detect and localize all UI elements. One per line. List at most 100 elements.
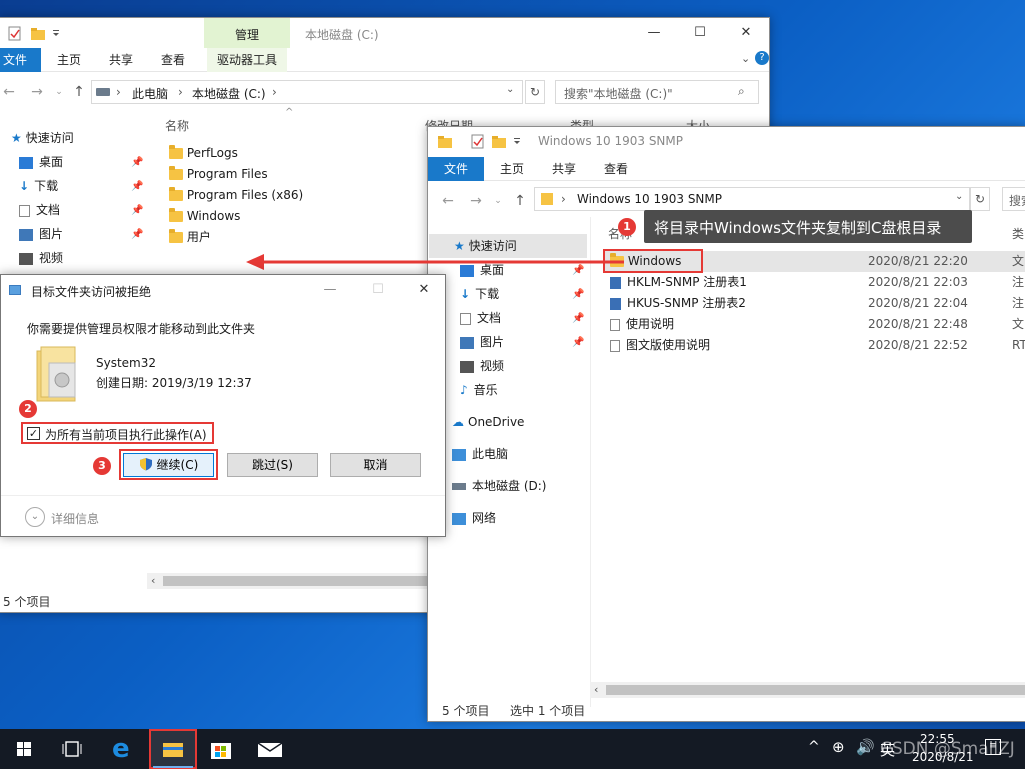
recent-locations-chevron-icon[interactable]: ⌄ [51, 84, 67, 100]
dialog-close-button[interactable]: ✕ [401, 275, 445, 305]
list-item[interactable]: 用户 [169, 227, 211, 248]
list-item[interactable]: 图文版使用说明 [610, 335, 710, 356]
list-item[interactable]: Windows [169, 206, 240, 227]
nav-this-pc[interactable]: 此电脑 [452, 443, 508, 465]
store-button[interactable] [197, 729, 245, 769]
tab-view[interactable]: 查看 [594, 157, 638, 181]
show-hidden-icons-chevron-icon[interactable]: ^ [808, 739, 820, 755]
start-button[interactable] [0, 729, 48, 769]
scroll-left-icon[interactable]: ‹ [594, 683, 598, 696]
nav-videos[interactable]: 视频 [19, 247, 63, 269]
address-bar[interactable]: › 此电脑 › 本地磁盘 (C:) › ⌄ [91, 80, 523, 104]
search-box[interactable]: 搜索 [1002, 187, 1025, 211]
breadcrumb-separator-icon: › [561, 192, 566, 206]
nav-local-disk-d[interactable]: 本地磁盘 (D:) [452, 475, 546, 497]
tab-home[interactable]: 主页 [47, 48, 91, 72]
mail-button[interactable] [245, 729, 293, 769]
skip-button[interactable]: 跳过(S) [227, 453, 318, 477]
network-tray-icon[interactable]: ⊕ [832, 738, 845, 756]
nav-desktop[interactable]: 桌面 [19, 151, 63, 173]
tab-share[interactable]: 共享 [542, 157, 586, 181]
breadcrumb-folder[interactable]: Windows 10 1903 SNMP [577, 192, 722, 206]
search-box[interactable]: 搜索"本地磁盘 (C:)" ⌕ [555, 80, 759, 104]
nav-documents[interactable]: 文档 [19, 199, 60, 221]
apply-all-label[interactable]: 为所有当前项目执行此操作(A) [45, 426, 207, 443]
dialog-message: 你需要提供管理员权限才能移动到此文件夹 [27, 322, 256, 336]
cloud-icon: ☁ [452, 415, 464, 429]
continue-button[interactable]: 继续(C) [123, 453, 214, 477]
file-explorer-icon [163, 743, 183, 757]
recent-locations-chevron-icon[interactable]: ⌄ [490, 193, 506, 209]
refresh-button[interactable]: ↻ [525, 80, 545, 104]
list-item[interactable]: Program Files [169, 164, 268, 185]
notification-center-icon[interactable]: ≡ [985, 739, 1001, 755]
tab-home[interactable]: 主页 [490, 157, 534, 181]
document-icon [460, 312, 471, 325]
horizontal-scrollbar[interactable]: ‹ [590, 682, 1025, 698]
cancel-button[interactable]: 取消 [330, 453, 421, 477]
back-button[interactable]: ← [440, 193, 456, 209]
tab-view[interactable]: 查看 [151, 48, 195, 72]
task-view-button[interactable] [48, 729, 96, 769]
list-item[interactable]: PerfLogs [169, 143, 238, 164]
pin-icon: 📌 [131, 205, 144, 216]
help-icon[interactable]: ? [755, 51, 769, 65]
close-button[interactable]: ✕ [723, 18, 769, 48]
details-expand-icon[interactable]: ⌄ [25, 507, 45, 527]
list-item[interactable]: Program Files (x86) [169, 185, 303, 206]
back-button[interactable]: ← [1, 84, 17, 100]
nav-downloads[interactable]: ↓ 下载 [19, 175, 58, 197]
list-item[interactable]: HKLM-SNMP 注册表1 [610, 272, 747, 293]
scrollbar-thumb[interactable] [163, 576, 427, 586]
apply-all-checkbox[interactable]: ✓ [27, 427, 40, 440]
address-dropdown-icon[interactable]: ⌄ [955, 191, 963, 202]
list-item[interactable]: 使用说明 [610, 314, 674, 335]
nav-music[interactable]: ♪ 音乐 [460, 379, 498, 401]
breadcrumb-c-drive[interactable]: 本地磁盘 (C:) [192, 85, 266, 102]
nav-downloads[interactable]: ↓ 下载 [460, 283, 499, 305]
dialog-title-bar[interactable]: 目标文件夹访问被拒绝 — ☐ ✕ [1, 275, 445, 305]
tab-file[interactable]: 文件 [0, 48, 41, 72]
refresh-button[interactable]: ↻ [970, 187, 990, 211]
qat-icons [438, 134, 520, 149]
tab-share[interactable]: 共享 [99, 48, 143, 72]
address-bar[interactable]: › Windows 10 1903 SNMP ⌄ [534, 187, 970, 211]
status-selected-count: 选中 1 个项目 [510, 704, 586, 718]
address-dropdown-icon[interactable]: ⌄ [506, 84, 514, 95]
nav-network[interactable]: 网络 [452, 507, 496, 529]
nav-onedrive[interactable]: ☁ OneDrive [452, 411, 524, 433]
dialog-minimize-button[interactable]: — [307, 275, 353, 305]
up-button[interactable]: ↑ [512, 193, 528, 209]
breadcrumb-this-pc[interactable]: 此电脑 [132, 85, 168, 102]
title-bar[interactable]: Windows 10 1903 SNMP [428, 127, 1025, 157]
list-item[interactable]: HKUS-SNMP 注册表2 [610, 293, 746, 314]
scrollbar-thumb[interactable] [606, 685, 1025, 695]
annotation-badge-3: 3 [93, 457, 111, 475]
folder-icon [169, 229, 183, 243]
ribbon-tabs: 文件 主页 共享 查看 [428, 157, 1025, 181]
nav-pictures[interactable]: 图片 [460, 331, 504, 353]
nav-documents[interactable]: 文档 [460, 307, 501, 329]
details-label[interactable]: 详细信息 [51, 510, 99, 527]
file-explorer-taskbar-button[interactable] [149, 729, 197, 769]
nav-pictures[interactable]: 图片 [19, 223, 63, 245]
title-bar[interactable]: 管理 本地磁盘 (C:) — ☐ ✕ [0, 18, 769, 48]
column-header-name[interactable]: 名称 [165, 117, 189, 134]
minimize-button[interactable]: — [631, 18, 677, 48]
horizontal-scrollbar[interactable]: ‹ [147, 573, 429, 589]
forward-button[interactable]: → [468, 193, 484, 209]
tab-drive-tools[interactable]: 驱动器工具 [207, 48, 288, 72]
edge-browser-button[interactable]: e [100, 729, 148, 769]
volume-tray-icon[interactable]: 🔊 [856, 738, 875, 756]
nav-videos[interactable]: 视频 [460, 355, 504, 377]
maximize-button[interactable]: ☐ [677, 18, 723, 48]
file-type: 注 [1012, 296, 1025, 310]
up-button[interactable]: ↑ [71, 84, 87, 100]
column-header-type[interactable]: 类 [1012, 225, 1024, 242]
nav-quick-access[interactable]: ★ 快速访问 [11, 127, 74, 149]
tab-file[interactable]: 文件 [428, 157, 484, 181]
forward-button[interactable]: → [29, 84, 45, 100]
ribbon-expand-icon[interactable]: ⌄ [741, 52, 750, 65]
scroll-left-icon[interactable]: ‹ [151, 574, 155, 587]
dialog-maximize-button[interactable]: ☐ [355, 275, 401, 305]
